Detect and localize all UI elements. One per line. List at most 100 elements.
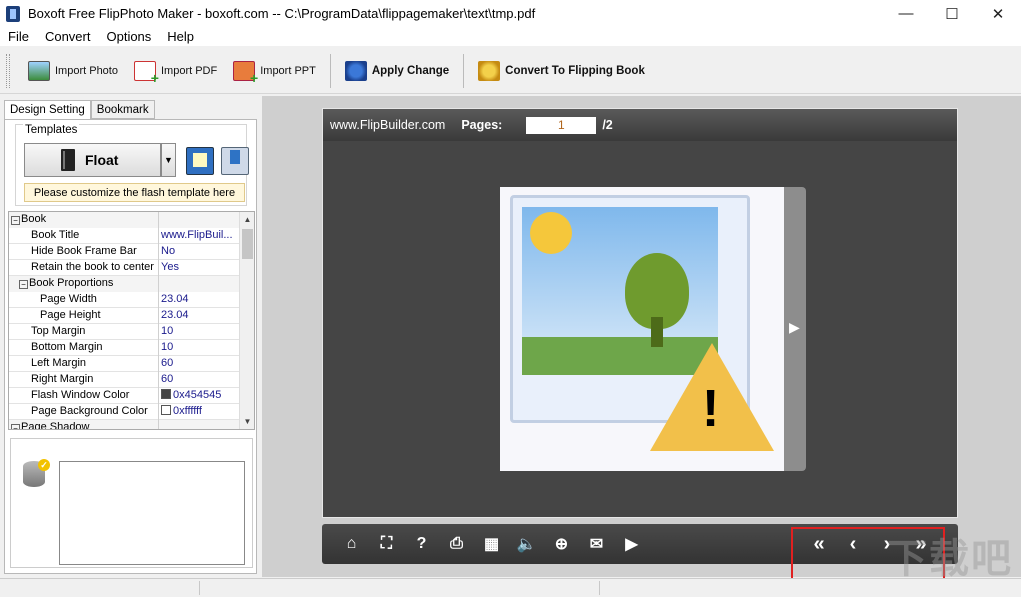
- convert-label: Convert To Flipping Book: [505, 64, 645, 77]
- import-photo-button[interactable]: Import Photo: [20, 56, 126, 86]
- collapse-icon[interactable]: −: [11, 424, 20, 429]
- apply-change-button[interactable]: Apply Change: [337, 56, 457, 86]
- template-select[interactable]: Float: [24, 143, 161, 177]
- save-template-button[interactable]: [221, 147, 249, 175]
- property-value-label: 23.04: [161, 309, 189, 321]
- import-ppt-label: Import PPT: [260, 64, 316, 77]
- property-key: Flash Window Color: [9, 388, 159, 404]
- minimize-button[interactable]: —: [883, 0, 929, 27]
- convert-button[interactable]: Convert To Flipping Book: [470, 56, 653, 86]
- book-page-image[interactable]: !: [500, 187, 784, 471]
- property-key: Book Title: [9, 228, 159, 244]
- sun-shape: [530, 212, 572, 254]
- scroll-thumb[interactable]: [242, 229, 253, 259]
- pdf-icon: [133, 60, 159, 86]
- property-row[interactable]: Bottom Margin 10: [9, 340, 239, 356]
- app-icon: [6, 5, 20, 22]
- property-key-label: Top Margin: [31, 325, 86, 337]
- property-value[interactable]: [159, 420, 239, 429]
- import-ppt-button[interactable]: Import PPT: [225, 56, 324, 86]
- collapse-icon[interactable]: −: [11, 216, 20, 225]
- property-row[interactable]: Page Background Color 0xffffff: [9, 404, 239, 420]
- tab-design-setting[interactable]: Design Setting: [4, 100, 91, 120]
- property-key-label: Page Width: [40, 293, 97, 305]
- window-title: Boxoft Free FlipPhoto Maker - boxoft.com…: [28, 6, 536, 21]
- property-row[interactable]: Page Height 23.04: [9, 308, 239, 324]
- property-value[interactable]: 23.04: [159, 292, 239, 308]
- property-row[interactable]: − Book: [9, 212, 239, 228]
- collapse-icon[interactable]: −: [19, 280, 28, 289]
- fit-screen-icon[interactable]: ⛶: [369, 524, 404, 564]
- property-value[interactable]: 60: [159, 356, 239, 372]
- property-value[interactable]: 0x454545: [159, 388, 239, 404]
- property-key: Retain the book to center: [9, 260, 159, 276]
- property-row[interactable]: Right Margin 60: [9, 372, 239, 388]
- maximize-button[interactable]: ☐: [929, 0, 975, 27]
- import-pdf-button[interactable]: Import PDF: [126, 56, 225, 86]
- sound-icon[interactable]: 🔈: [509, 524, 544, 564]
- page-total: /2: [602, 118, 613, 132]
- property-row[interactable]: Book Title www.FlipBuil...: [9, 228, 239, 244]
- email-icon[interactable]: ✉: [579, 524, 614, 564]
- property-row[interactable]: Hide Book Frame Bar No: [9, 244, 239, 260]
- property-row[interactable]: − Page Shadow: [9, 420, 239, 429]
- menu-options[interactable]: Options: [98, 29, 159, 44]
- property-row[interactable]: Retain the book to center Yes: [9, 260, 239, 276]
- property-value[interactable]: www.FlipBuil...: [159, 228, 239, 244]
- page-number-input[interactable]: 1: [526, 116, 597, 134]
- property-grid: − Book Book Title www.FlipBuil... Hide Book …: [8, 211, 255, 430]
- property-row[interactable]: Top Margin 10: [9, 324, 239, 340]
- help-icon[interactable]: ?: [404, 524, 439, 564]
- property-value[interactable]: Yes: [159, 260, 239, 276]
- property-value[interactable]: [159, 212, 239, 228]
- refresh-icon: [344, 60, 367, 81]
- property-key-label: Book: [21, 213, 47, 225]
- template-hint: Please customize the flash template here: [24, 183, 245, 202]
- scroll-up-icon[interactable]: ▲: [240, 212, 254, 227]
- check-icon: ✓: [38, 459, 50, 471]
- autoplay-icon[interactable]: ▶: [614, 524, 649, 564]
- property-value[interactable]: 23.04: [159, 308, 239, 324]
- toolbar-separator: [463, 53, 465, 88]
- close-button[interactable]: ✕: [975, 0, 1021, 27]
- tab-bookmark[interactable]: Bookmark: [90, 100, 155, 119]
- menu-help[interactable]: Help: [159, 29, 202, 44]
- property-key-label: Book Title: [31, 229, 80, 241]
- print-icon[interactable]: ⎙: [439, 524, 474, 564]
- viewer-top-bar: www.FlipBuilder.com Pages: 1 /2: [323, 109, 957, 141]
- property-row[interactable]: Left Margin 60: [9, 356, 239, 372]
- property-row[interactable]: Page Width 23.04: [9, 292, 239, 308]
- page-turn-arrow-icon[interactable]: ▶: [789, 319, 800, 336]
- templates-label: Templates: [23, 124, 80, 136]
- property-value[interactable]: 10: [159, 324, 239, 340]
- home-icon[interactable]: ⌂: [334, 524, 369, 564]
- property-value[interactable]: 0xffffff: [159, 404, 239, 420]
- menu-convert[interactable]: Convert: [37, 29, 99, 44]
- chevron-down-icon[interactable]: ▼: [161, 143, 176, 177]
- property-row[interactable]: − Book Proportions: [9, 276, 239, 292]
- property-scrollbar[interactable]: ▲ ▼: [239, 212, 254, 429]
- color-swatch[interactable]: [161, 389, 171, 399]
- property-value[interactable]: [159, 276, 239, 292]
- property-value[interactable]: No: [159, 244, 239, 260]
- property-key-label: Hide Book Frame Bar: [31, 245, 137, 257]
- photo-icon: [28, 60, 50, 81]
- property-row[interactable]: Flash Window Color 0x454545: [9, 388, 239, 404]
- property-key-label: Bottom Margin: [31, 341, 103, 353]
- property-value[interactable]: 10: [159, 340, 239, 356]
- zoom-icon[interactable]: ⊕: [544, 524, 579, 564]
- menu-file[interactable]: File: [0, 29, 37, 44]
- book-icon: [61, 149, 75, 171]
- site-link[interactable]: www.FlipBuilder.com: [330, 118, 445, 132]
- warning-mark: !: [702, 380, 720, 438]
- property-key-label: Right Margin: [31, 373, 94, 385]
- property-key: Bottom Margin: [9, 340, 159, 356]
- property-key-label: Page Background Color: [31, 405, 148, 417]
- color-swatch[interactable]: [161, 405, 171, 415]
- status-bar: [0, 578, 1021, 597]
- edit-template-button[interactable]: [186, 147, 214, 175]
- thumbnails-icon[interactable]: ▦: [474, 524, 509, 564]
- scroll-down-icon[interactable]: ▼: [240, 414, 254, 429]
- property-key: Page Height: [9, 308, 159, 324]
- property-value[interactable]: 60: [159, 372, 239, 388]
